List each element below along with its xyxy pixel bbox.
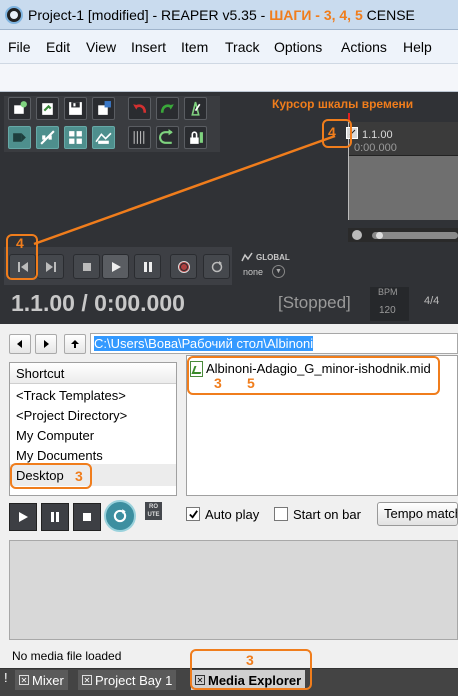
envelope-lock-icon[interactable] <box>92 126 115 149</box>
close-icon[interactable]: ✕ <box>82 675 92 685</box>
item-grouping-icon[interactable] <box>64 126 87 149</box>
shortcut-item-project-directory[interactable]: <Project Directory> <box>16 408 127 423</box>
play-button[interactable] <box>102 254 129 279</box>
route-button[interactable]: RO UTE <box>145 502 162 520</box>
menu-view[interactable]: View <box>86 39 116 55</box>
grid-snap-icon[interactable] <box>8 126 31 149</box>
step-3-file-number: 3 <box>214 375 222 391</box>
record-button[interactable] <box>170 254 197 279</box>
tab-mixer-label: Mixer <box>32 672 64 688</box>
scroll-left-icon[interactable] <box>352 230 362 240</box>
tab-mixer[interactable]: ✕ Mixer <box>15 670 68 690</box>
global-automation-mode[interactable]: none <box>243 267 263 277</box>
menu-insert[interactable]: Insert <box>131 39 166 55</box>
window-title-suffix: CENSE <box>366 7 415 23</box>
transport-position[interactable]: 1.1.00 / 0:00.000 <box>11 290 185 317</box>
global-automation-icon[interactable] <box>241 251 253 263</box>
window-title-text: Project-1 [modified] - REAPER v5.35 - <box>28 7 270 23</box>
tab-project-bay-label: Project Bay 1 <box>95 672 173 688</box>
path-text: C:\Users\Вова\Рабочий стол\Albinoni <box>94 336 314 351</box>
ruler-time-label: 0:00.000 <box>354 142 397 154</box>
step-5-file-number: 5 <box>247 375 255 391</box>
step-3-desktop-number: 3 <box>75 468 83 484</box>
ripple-edit-icon[interactable] <box>36 126 59 149</box>
transport-status: [Stopped] <box>278 293 351 312</box>
preview-loop-button[interactable] <box>104 500 136 532</box>
preview-play-button[interactable] <box>9 503 37 531</box>
menu-file[interactable]: File <box>8 39 31 55</box>
cursor-highlight-box <box>322 119 352 148</box>
metronome-icon[interactable] <box>184 97 207 120</box>
step-4-button-number: 4 <box>16 235 24 251</box>
menu-help[interactable]: Help <box>403 39 432 55</box>
auto-crossfade-icon[interactable] <box>156 126 179 149</box>
path-field[interactable]: C:\Users\Вова\Рабочий стол\Albinoni <box>90 333 458 354</box>
chevron-down-icon[interactable]: ▼ <box>272 265 285 278</box>
menu-bar: File Edit View Insert Item Track Options… <box>0 30 458 64</box>
bpm-value[interactable]: 120 <box>379 305 396 316</box>
close-icon[interactable]: ✕ <box>19 675 29 685</box>
snap-icon[interactable] <box>128 126 151 149</box>
save-project-icon[interactable] <box>64 97 87 120</box>
shortcut-item-my-documents[interactable]: My Documents <box>16 448 103 463</box>
waveform-preview[interactable] <box>9 540 458 640</box>
step-3-tab-number: 3 <box>246 652 254 668</box>
auto-play-label: Auto play <box>205 507 260 522</box>
go-to-end-button[interactable] <box>37 254 64 279</box>
pause-button[interactable] <box>134 254 161 279</box>
stop-button[interactable] <box>73 254 100 279</box>
menu-separator-band <box>0 64 458 92</box>
scroll-thumb[interactable] <box>372 232 458 239</box>
open-project-icon[interactable] <box>36 97 59 120</box>
scroll-thumb-grip-icon <box>376 232 383 239</box>
parent-folder-button[interactable] <box>64 334 86 354</box>
new-track-icon[interactable] <box>8 97 31 120</box>
menu-edit[interactable]: Edit <box>46 39 70 55</box>
menu-track[interactable]: Track <box>225 39 259 55</box>
project-settings-icon[interactable] <box>92 97 115 120</box>
window-title: Project-1 [modified] - REAPER v5.35 - ША… <box>28 7 415 23</box>
shortcut-item-my-computer[interactable]: My Computer <box>16 428 94 443</box>
timeline-cursor-annotation: Курсор шкалы времени <box>272 97 414 111</box>
step-4-cursor-number: 4 <box>328 124 336 140</box>
steps-annotation: ШАГИ - 3, 4, 5 <box>269 7 363 23</box>
menu-options[interactable]: Options <box>274 39 322 55</box>
time-signature[interactable]: 4/4 <box>424 295 439 307</box>
locking-icon[interactable] <box>184 126 207 149</box>
auto-play-checkbox[interactable] <box>186 507 200 521</box>
menu-item[interactable]: Item <box>181 39 208 55</box>
global-automation-label: GLOBAL <box>256 253 290 262</box>
preview-pause-button[interactable] <box>41 503 69 531</box>
start-on-bar-checkbox[interactable] <box>274 507 288 521</box>
tab-project-bay[interactable]: ✕ Project Bay 1 <box>78 670 177 690</box>
shortcut-item-track-templates[interactable]: <Track Templates> <box>16 388 126 403</box>
ruler-bar-label: 1.1.00 <box>362 129 393 141</box>
start-on-bar-label: Start on bar <box>293 507 361 522</box>
file-highlight-box <box>187 356 440 395</box>
shortcut-header[interactable]: Shortcut <box>10 363 176 384</box>
reaper-app-icon[interactable] <box>5 6 23 24</box>
repeat-toggle-button[interactable] <box>203 254 230 279</box>
media-status: No media file loaded <box>12 649 122 663</box>
menu-actions[interactable]: Actions <box>341 39 387 55</box>
redo-icon[interactable] <box>156 97 179 120</box>
preview-stop-button[interactable] <box>73 503 101 531</box>
bpm-label: BPM <box>378 287 398 297</box>
undo-icon[interactable] <box>128 97 151 120</box>
docker-menu-button[interactable]: ! <box>4 670 8 685</box>
forward-button[interactable] <box>35 334 57 354</box>
back-button[interactable] <box>9 334 31 354</box>
tempo-match-button[interactable]: Tempo match <box>377 502 458 526</box>
